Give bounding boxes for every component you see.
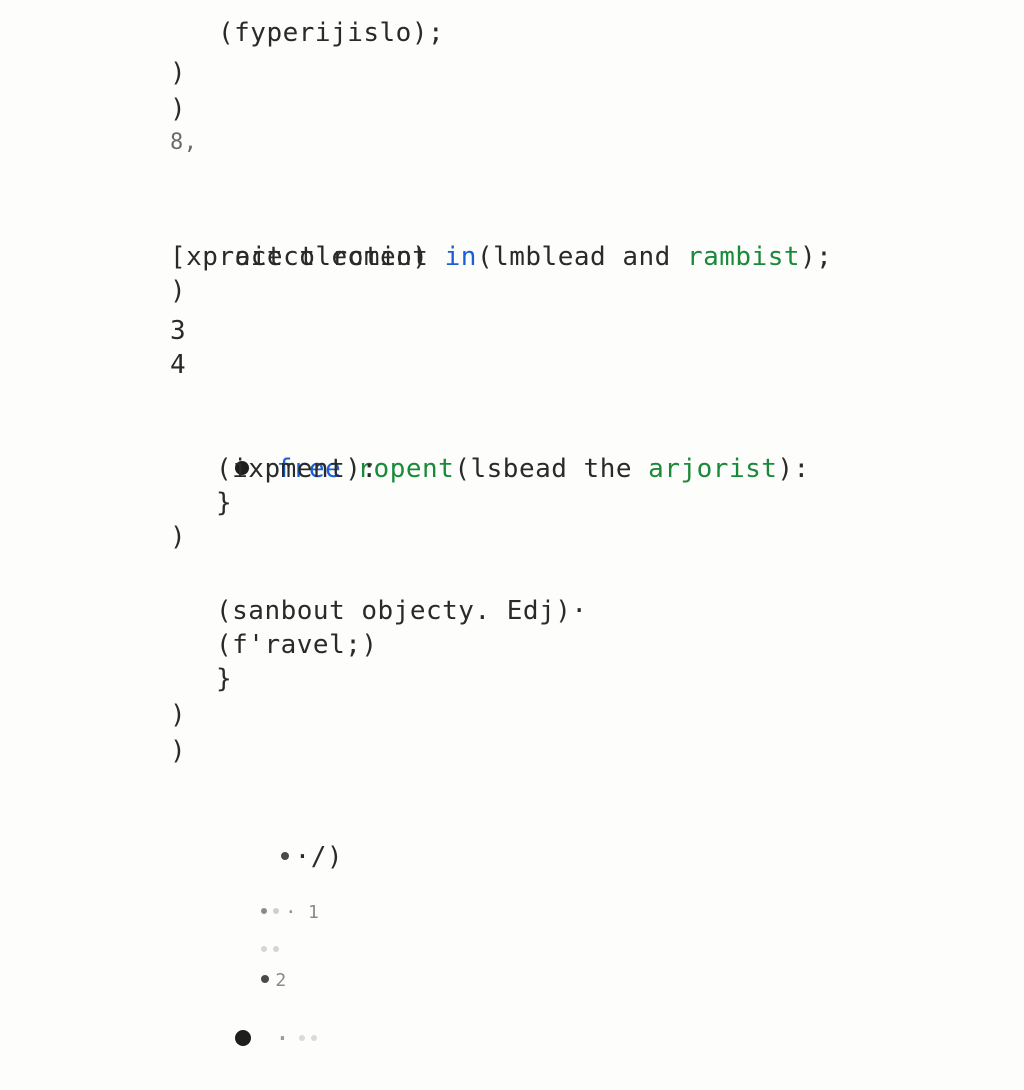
code-line: · bbox=[170, 988, 323, 1090]
code-line: 4 bbox=[170, 348, 186, 382]
dot-icon bbox=[281, 852, 289, 860]
code-editor[interactable]: (fyperijislo); ) ) 8, oiect roment in(lm… bbox=[0, 0, 1024, 1024]
code-line: (fyperijislo); bbox=[218, 16, 444, 50]
code-line: } bbox=[216, 486, 232, 520]
dot-icon bbox=[261, 975, 269, 983]
code-line: (sanbout objecty. Edj)· bbox=[216, 594, 588, 628]
dot-icon bbox=[299, 1035, 305, 1041]
code-line: } bbox=[216, 662, 232, 696]
ident-token: rambist bbox=[687, 242, 800, 272]
code-line: ) bbox=[170, 92, 186, 126]
code-line: (ixpment): bbox=[216, 452, 378, 486]
token: ); bbox=[800, 242, 832, 272]
token: · 1 bbox=[285, 902, 319, 923]
token: ): bbox=[777, 454, 809, 484]
code-line: (f'ravel;) bbox=[216, 628, 378, 662]
ident-token: arjorist bbox=[648, 454, 777, 484]
token: (lsbead the bbox=[454, 454, 648, 484]
code-line: ) bbox=[170, 734, 186, 768]
code-line: ) bbox=[170, 698, 186, 732]
code-line: 8, bbox=[170, 126, 198, 160]
token: · bbox=[275, 1024, 291, 1054]
keyword-token: in bbox=[445, 242, 477, 272]
code-line: ) bbox=[170, 56, 186, 90]
code-line: [xpract olectio) bbox=[170, 240, 428, 274]
code-line: 3 bbox=[170, 314, 186, 348]
token: (lmblead and bbox=[477, 242, 687, 272]
bullet-icon bbox=[235, 1030, 251, 1046]
code-line: ) bbox=[170, 274, 186, 308]
code-line: ) bbox=[170, 520, 186, 554]
dot-icon bbox=[311, 1035, 317, 1041]
